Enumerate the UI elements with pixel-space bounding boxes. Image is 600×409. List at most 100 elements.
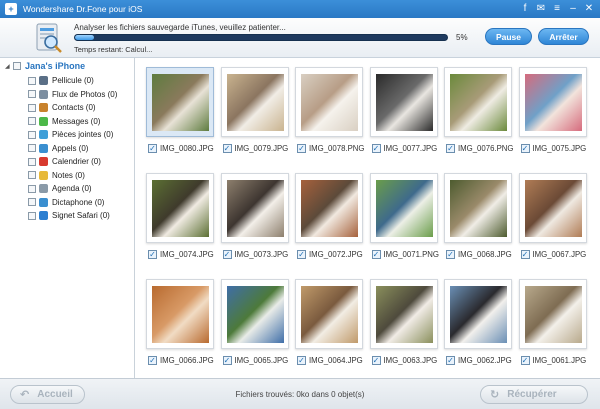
stop-button[interactable]: Arrêter xyxy=(538,28,589,45)
photo-thumbnail[interactable] xyxy=(369,173,438,243)
category-item[interactable]: Signet Safari (0) xyxy=(28,209,117,223)
category-checkbox[interactable] xyxy=(28,117,36,126)
photo-filename: IMG_0078.PNG xyxy=(309,144,365,153)
photo-checkbox[interactable]: ✓ xyxy=(371,356,381,365)
category-checkbox[interactable] xyxy=(28,144,36,153)
photo-item[interactable]: ✓ IMG_0076.PNG xyxy=(440,62,514,162)
photo-item[interactable]: ✓ IMG_0061.JPG xyxy=(515,274,589,374)
photo-item[interactable]: ✓ IMG_0077.JPG xyxy=(366,62,440,162)
photo-checkbox[interactable]: ✓ xyxy=(222,250,232,259)
category-item[interactable]: Pièces jointes (0) xyxy=(28,128,117,142)
photo-image xyxy=(301,74,358,131)
category-checkbox[interactable] xyxy=(28,130,36,139)
photo-checkbox[interactable]: ✓ xyxy=(222,356,232,365)
photo-caption: ✓ IMG_0074.JPG xyxy=(148,250,214,259)
photo-checkbox[interactable]: ✓ xyxy=(446,356,455,365)
photo-item[interactable]: ✓ IMG_0063.JPG xyxy=(366,274,440,374)
photo-thumbnail[interactable] xyxy=(146,173,214,243)
device-checkbox[interactable] xyxy=(13,62,21,70)
photo-thumbnail[interactable] xyxy=(444,173,512,243)
photo-thumbnail[interactable] xyxy=(369,279,438,349)
photo-checkbox[interactable]: ✓ xyxy=(446,250,455,259)
photo-checkbox[interactable]: ✓ xyxy=(520,356,530,365)
photo-checkbox[interactable]: ✓ xyxy=(297,144,306,153)
photo-checkbox[interactable]: ✓ xyxy=(297,250,306,259)
photo-item[interactable]: ✓ IMG_0075.JPG xyxy=(515,62,589,162)
photo-thumbnail[interactable] xyxy=(518,67,587,137)
photo-thumbnail[interactable] xyxy=(220,279,289,349)
photo-checkbox[interactable]: ✓ xyxy=(446,144,455,153)
category-item[interactable]: Messages (0) xyxy=(28,115,117,129)
category-checkbox[interactable] xyxy=(28,103,36,112)
recover-button[interactable]: ↻ Récupérer xyxy=(480,385,588,404)
app-logo-icon: + xyxy=(5,3,17,15)
category-item[interactable]: Agenda (0) xyxy=(28,182,117,196)
category-item[interactable]: Contacts (0) xyxy=(28,101,117,115)
dictaphone-icon xyxy=(39,197,48,207)
photo-checkbox[interactable]: ✓ xyxy=(371,250,381,259)
photo-item[interactable]: ✓ IMG_0067.JPG xyxy=(515,168,589,268)
photo-thumbnail[interactable] xyxy=(146,279,214,349)
attachment-icon xyxy=(39,130,48,140)
facebook-icon[interactable]: f xyxy=(518,2,532,15)
photo-checkbox[interactable]: ✓ xyxy=(371,144,381,153)
photo-checkbox[interactable]: ✓ xyxy=(520,144,530,153)
photo-item[interactable]: ✓ IMG_0073.JPG xyxy=(217,168,291,268)
category-checkbox[interactable] xyxy=(28,157,36,166)
category-checkbox[interactable] xyxy=(28,90,36,99)
photo-thumbnail[interactable] xyxy=(295,67,363,137)
category-item[interactable]: Dictaphone (0) xyxy=(28,196,117,210)
photo-thumbnail[interactable] xyxy=(518,279,587,349)
photo-filename: IMG_0061.JPG xyxy=(532,356,587,365)
photo-caption: ✓ IMG_0068.JPG xyxy=(446,250,512,259)
feedback-icon[interactable]: ✉ xyxy=(534,2,548,15)
photo-thumbnail[interactable] xyxy=(518,173,587,243)
agenda-icon xyxy=(39,184,48,194)
category-item[interactable]: Appels (0) xyxy=(28,142,117,156)
close-icon[interactable]: ✕ xyxy=(582,2,596,15)
photo-item[interactable]: ✓ IMG_0072.JPG xyxy=(291,168,365,268)
photo-thumbnail[interactable] xyxy=(220,173,289,243)
category-checkbox[interactable] xyxy=(28,198,36,207)
photo-thumbnail[interactable] xyxy=(444,279,512,349)
photo-item[interactable]: ✓ IMG_0068.JPG xyxy=(440,168,514,268)
photo-thumbnail[interactable] xyxy=(146,67,214,137)
photo-image xyxy=(524,286,582,343)
photo-thumbnail[interactable] xyxy=(295,279,363,349)
menu-icon[interactable]: ≡ xyxy=(550,2,564,15)
pause-button[interactable]: Pause xyxy=(485,28,532,45)
photo-checkbox[interactable]: ✓ xyxy=(148,250,157,259)
photo-item[interactable]: ✓ IMG_0078.PNG xyxy=(291,62,365,162)
device-node[interactable]: ◢ Jana's iPhone xyxy=(5,60,85,72)
photo-item[interactable]: ✓ IMG_0064.JPG xyxy=(291,274,365,374)
photo-item[interactable]: ✓ IMG_0080.JPG xyxy=(142,62,216,162)
minimize-icon[interactable]: – xyxy=(566,2,580,15)
collapse-arrow-icon[interactable]: ◢ xyxy=(5,63,13,70)
photo-item[interactable]: ✓ IMG_0071.PNG xyxy=(366,168,440,268)
photo-thumbnail[interactable] xyxy=(220,67,289,137)
category-checkbox[interactable] xyxy=(28,76,36,85)
photo-checkbox[interactable]: ✓ xyxy=(222,144,232,153)
photo-checkbox[interactable]: ✓ xyxy=(520,250,530,259)
photo-item[interactable]: ✓ IMG_0066.JPG xyxy=(142,274,216,374)
photo-thumbnail[interactable] xyxy=(295,173,363,243)
photo-checkbox[interactable]: ✓ xyxy=(148,356,157,365)
photo-thumbnail[interactable] xyxy=(369,67,438,137)
category-item[interactable]: Pellicule (0) xyxy=(28,74,117,88)
photo-thumbnail[interactable] xyxy=(444,67,512,137)
photo-item[interactable]: ✓ IMG_0065.JPG xyxy=(217,274,291,374)
category-checkbox[interactable] xyxy=(28,211,36,220)
category-item[interactable]: Notes (0) xyxy=(28,169,117,183)
photo-image xyxy=(152,74,209,131)
category-item[interactable]: Flux de Photos (0) xyxy=(28,88,117,102)
photo-checkbox[interactable]: ✓ xyxy=(148,144,157,153)
photo-caption: ✓ IMG_0075.JPG xyxy=(520,144,586,153)
photo-item[interactable]: ✓ IMG_0074.JPG xyxy=(142,168,216,268)
category-item[interactable]: Calendrier (0) xyxy=(28,155,117,169)
category-checkbox[interactable] xyxy=(28,171,36,180)
category-checkbox[interactable] xyxy=(28,184,36,193)
photo-checkbox[interactable]: ✓ xyxy=(297,356,306,365)
photo-caption: ✓ IMG_0064.JPG xyxy=(297,356,363,365)
photo-item[interactable]: ✓ IMG_0062.JPG xyxy=(440,274,514,374)
photo-item[interactable]: ✓ IMG_0079.JPG xyxy=(217,62,291,162)
